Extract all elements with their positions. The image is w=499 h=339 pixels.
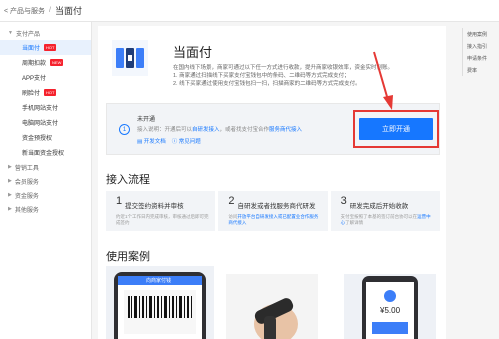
flow-step-desc: 支付宝按照了本基的签订前台协可以在运营中心了解详情 <box>340 214 431 225</box>
sidebar-item-app-pay[interactable]: APP支付 <box>0 70 91 85</box>
sidebar-group-payment[interactable]: ▼ 支付产品 <box>0 26 91 40</box>
flow-step-title: 提交签约资料并审核 <box>125 203 184 210</box>
product-description: 在国内线下场景，商家可通过以下任一方式进行收款，提升商家收银效率，资金实时到账。… <box>173 65 394 87</box>
sidebar-item-new-authorization[interactable]: 新当面资金授权 <box>0 145 91 160</box>
sidebar-item-face-to-face-pay[interactable]: 当面付 HOT <box>0 40 91 55</box>
document-icon: ▤ <box>137 139 143 145</box>
anchor-requirements[interactable]: 申请条件 <box>462 52 499 64</box>
flow-section-title: 接入流程 <box>106 174 150 186</box>
back-link[interactable]: < 产品与服务 <box>4 6 45 16</box>
hand-scanner-illustration <box>254 298 298 339</box>
question-icon: ⓘ <box>171 139 178 145</box>
flow-step-title: 研发完成后开始收款 <box>349 203 409 210</box>
anchor-use-cases[interactable]: 使用案例 <box>462 28 499 40</box>
flow-step-3: 3 研发完成后开始收款 支付宝按照了本基的签订前台协可以在运营中心了解详情 <box>330 191 440 231</box>
integration-flow: 1 提交签约资料并审核 约近1个工作日内完成审核，审核通过后即可完成签约 2 自… <box>106 191 440 231</box>
face-to-face-pay-logo-icon <box>112 40 148 76</box>
cases-section-title: 使用案例 <box>106 251 150 263</box>
sidebar-item-pc-web-pay[interactable]: 电脑网站支付 <box>0 115 91 130</box>
sidebar-item-periodic-deduction[interactable]: 周期扣款 NEW <box>0 55 91 70</box>
case-image-barcode-pay: 向商家付钱 <box>106 266 214 339</box>
sidebar-item-face-pay[interactable]: 刷脸付 HOT <box>0 85 91 100</box>
caret-right-icon: ▶ <box>8 164 12 170</box>
case-image-amount-pay: ¥5.00 <box>344 274 436 339</box>
doc-links: ▤ 开发文档 ⓘ 常见问题 <box>137 137 201 145</box>
sidebar-item-mobile-web-pay[interactable]: 手机网站支付 <box>0 100 91 115</box>
status-title: 未开通 <box>137 117 156 123</box>
flow-step-1: 1 提交签约资料并审核 约近1个工作日内完成审核，审核通过后即可完成签约 <box>106 191 216 231</box>
sidebar-group-members[interactable]: ▶ 会员服务 <box>0 174 91 188</box>
hot-badge: HOT <box>44 44 57 51</box>
activation-status-panel: 1 未开通 接入说明：开通后可以自研发接入，或者找支付宝合作服务商代接入 ▤ 开… <box>106 103 440 155</box>
sidebar-item-pre-authorization[interactable]: 资金预授权 <box>0 130 91 145</box>
product-title: 当面付 <box>173 45 213 60</box>
top-bar: < 产品与服务 / 当面付 <box>0 0 499 22</box>
page-breadcrumb-current: 当面付 <box>55 6 83 16</box>
case-amount-label: ¥5.00 <box>380 306 401 315</box>
sidebar-group-others[interactable]: ▶ 其他服务 <box>0 202 91 216</box>
open-now-button[interactable]: 立即开通 <box>359 118 433 140</box>
caret-right-icon: ▶ <box>8 206 12 212</box>
faq-link[interactable]: ⓘ 常见问题 <box>172 137 201 145</box>
self-develop-link[interactable]: 自研发接入 <box>192 127 220 133</box>
caret-right-icon: ▶ <box>8 178 12 184</box>
case-image-scanner <box>226 274 318 339</box>
breadcrumb-separator: / <box>49 7 51 14</box>
step-number: 1 <box>119 124 130 135</box>
anchor-fees[interactable]: 费率 <box>462 64 499 76</box>
hot-badge: HOT <box>44 89 57 96</box>
right-anchor-nav: 使用案例 接入指引 申请条件 费率 <box>462 28 499 76</box>
sidebar: ▼ 支付产品 当面付 HOT 周期扣款 NEW APP支付 刷脸付 HOT 手机网站支付… <box>0 22 92 339</box>
service-provider-link[interactable]: 服务商代接入 <box>269 127 302 133</box>
open-platform-link[interactable]: 开放平台自研发接入或已配置业合作服务商代接入 <box>228 214 318 225</box>
caret-down-icon: ▼ <box>8 30 13 36</box>
flow-step-desc: 访问开放平台自研发接入或已配置业合作服务商代接入 <box>228 214 319 225</box>
new-badge: NEW <box>50 59 64 66</box>
integration-note: 接入说明：开通后可以自研发接入，或者找支付宝合作服务商代接入 <box>137 127 303 133</box>
flow-step-title: 自研发或者找服务商代研发 <box>237 203 316 210</box>
anchor-integration-guide[interactable]: 接入指引 <box>462 40 499 52</box>
sidebar-group-funds[interactable]: ▶ 资金服务 <box>0 188 91 202</box>
caret-right-icon: ▶ <box>8 192 12 198</box>
sidebar-group-marketing[interactable]: ▶ 营销工具 <box>0 160 91 174</box>
flow-step-desc: 约近1个工作日内完成审核，审核通过后即可完成签约 <box>116 214 209 225</box>
dev-docs-link[interactable]: ▤ 开发文档 <box>137 137 166 145</box>
flow-step-2: 2 自研发或者找服务商代研发 访问开放平台自研发接入或已配置业合作服务商代接入 <box>218 191 328 231</box>
main-content: 当面付 在国内线下场景，商家可通过以下任一方式进行收款，提升商家收银效率，资金实… <box>98 26 446 339</box>
case-phone-header: 向商家付钱 <box>146 278 172 284</box>
